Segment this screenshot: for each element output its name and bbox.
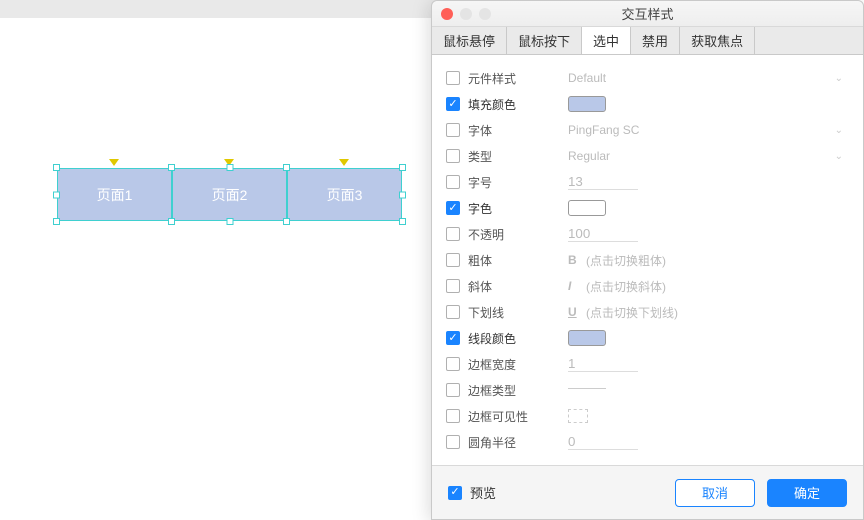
design-canvas[interactable]: 页面1 页面2 页面3 [0, 20, 430, 520]
resize-handle-seg[interactable] [283, 164, 290, 171]
cell-page-3[interactable]: 页面3 [287, 168, 402, 221]
value-type[interactable]: Regular [568, 149, 610, 163]
row-font: 字体 PingFang SC ⌄ [446, 117, 863, 143]
resize-handle-s[interactable] [226, 218, 233, 225]
row-bold: 粗体 B (点击切换粗体) [446, 247, 863, 273]
fill-color-swatch[interactable] [568, 96, 606, 112]
chevron-down-icon: ⌄ [835, 125, 843, 136]
row-line-color: 线段颜色 [446, 325, 863, 351]
border-width-input[interactable] [568, 356, 638, 372]
resize-handle-e[interactable] [399, 191, 406, 198]
checkbox-font-size[interactable] [446, 175, 460, 189]
checkbox-fill-color[interactable] [446, 97, 460, 111]
row-border-width: 边框宽度 [446, 351, 863, 377]
marker-triangle-icon [109, 159, 119, 166]
line-color-swatch[interactable] [568, 330, 606, 346]
row-fill-color: 填充颜色 [446, 91, 863, 117]
tab-mousedown[interactable]: 鼠标按下 [507, 27, 582, 54]
selected-group[interactable]: 页面1 页面2 页面3 [57, 168, 402, 221]
border-type-preview[interactable] [568, 388, 606, 398]
resize-handle-se[interactable] [399, 218, 406, 225]
window-controls [441, 8, 491, 20]
tab-hover[interactable]: 鼠标悬停 [432, 27, 507, 54]
checkbox-border-type[interactable] [446, 383, 460, 397]
resize-handle-n[interactable] [226, 164, 233, 171]
opacity-input[interactable] [568, 226, 638, 242]
text-color-swatch[interactable] [568, 200, 606, 216]
close-icon[interactable] [441, 8, 453, 20]
row-font-size: 字号 [446, 169, 863, 195]
checkbox-component-style[interactable] [446, 71, 460, 85]
checkbox-underline[interactable] [446, 305, 460, 319]
checkbox-border-width[interactable] [446, 357, 460, 371]
resize-handle-seg[interactable] [168, 218, 175, 225]
row-underline: 下划线 U (点击切换下划线) [446, 299, 863, 325]
dialog-titlebar[interactable]: 交互样式 [432, 1, 863, 27]
resize-handle-sw[interactable] [53, 218, 60, 225]
checkbox-corner-radius[interactable] [446, 435, 460, 449]
checkbox-italic[interactable] [446, 279, 460, 293]
canvas-top-strip [0, 0, 436, 18]
value-font[interactable]: PingFang SC [568, 123, 639, 137]
checkbox-preview[interactable] [448, 486, 462, 500]
checkbox-type[interactable] [446, 149, 460, 163]
cell-page-2[interactable]: 页面2 [172, 168, 287, 221]
checkbox-border-visibility[interactable] [446, 409, 460, 423]
row-type: 类型 Regular ⌄ [446, 143, 863, 169]
resize-handle-nw[interactable] [53, 164, 60, 171]
checkbox-opacity[interactable] [446, 227, 460, 241]
row-corner-radius: 圆角半径 [446, 429, 863, 455]
cell-label: 页面1 [97, 185, 133, 205]
row-border-visibility: 边框可见性 [446, 403, 863, 429]
value-component-style[interactable]: Default [568, 71, 606, 85]
checkbox-line-color[interactable] [446, 331, 460, 345]
row-italic: 斜体 I (点击切换斜体) [446, 273, 863, 299]
state-tabs: 鼠标悬停 鼠标按下 选中 禁用 获取焦点 [432, 27, 863, 55]
marker-triangle-icon [339, 159, 349, 166]
italic-icon[interactable]: I [568, 279, 586, 293]
tab-selected[interactable]: 选中 [582, 27, 631, 54]
cell-page-1[interactable]: 页面1 [57, 168, 172, 221]
tab-spacer [755, 27, 863, 54]
minimize-icon [460, 8, 472, 20]
ok-button[interactable]: 确定 [767, 479, 847, 507]
chevron-down-icon: ⌄ [835, 73, 843, 84]
cell-label: 页面2 [212, 185, 248, 205]
preview-label: 预览 [470, 483, 496, 502]
checkbox-font[interactable] [446, 123, 460, 137]
dialog-title: 交互样式 [432, 4, 863, 23]
border-visibility-preview[interactable] [568, 409, 588, 423]
checkbox-bold[interactable] [446, 253, 460, 267]
cancel-button[interactable]: 取消 [675, 479, 755, 507]
chevron-down-icon: ⌄ [835, 151, 843, 162]
maximize-icon [479, 8, 491, 20]
row-text-color: 字色 [446, 195, 863, 221]
resize-handle-seg[interactable] [283, 218, 290, 225]
cell-label: 页面3 [327, 185, 363, 205]
font-size-input[interactable] [568, 174, 638, 190]
interaction-style-dialog: 交互样式 鼠标悬停 鼠标按下 选中 禁用 获取焦点 元件样式 Default ⌄… [431, 0, 864, 520]
resize-handle-ne[interactable] [399, 164, 406, 171]
row-opacity: 不透明 [446, 221, 863, 247]
dialog-footer: 预览 取消 确定 [432, 465, 863, 519]
tab-focus[interactable]: 获取焦点 [680, 27, 755, 54]
tab-disabled[interactable]: 禁用 [631, 27, 680, 54]
underline-icon[interactable]: U [568, 305, 586, 319]
resize-handle-seg[interactable] [168, 164, 175, 171]
corner-radius-input[interactable] [568, 434, 638, 450]
resize-handle-w[interactable] [53, 191, 60, 198]
properties-panel[interactable]: 元件样式 Default ⌄ 填充颜色 字体 PingFang SC ⌄ 类型 … [432, 55, 863, 465]
checkbox-text-color[interactable] [446, 201, 460, 215]
bold-icon[interactable]: B [568, 253, 586, 267]
row-border-type: 边框类型 [446, 377, 863, 403]
row-component-style: 元件样式 Default ⌄ [446, 65, 863, 91]
